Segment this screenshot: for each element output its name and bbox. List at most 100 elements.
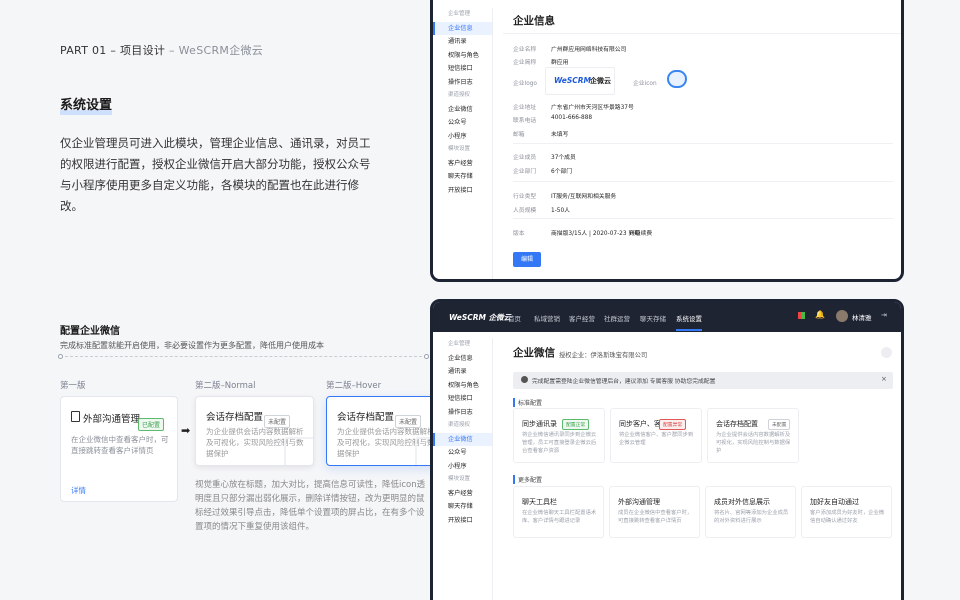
logout-icon[interactable]: ⇥ [881, 311, 887, 319]
sidebar-group-label: 模块设置 [448, 146, 471, 152]
company-short-value: 群应用 [551, 60, 569, 66]
card-title: 外部沟通管理 [83, 414, 141, 425]
sidebar-item[interactable]: 开放接口 [433, 514, 492, 528]
logo: WeSCRM [554, 76, 592, 85]
part-heading: PART 01 – 项目设计 – WeSCRM企微云 [60, 44, 264, 57]
sidebar-item[interactable]: 通讯录 [433, 35, 492, 49]
company-name-value: 广州群应用网络科技有限公司 [551, 47, 627, 53]
sidebar-item[interactable]: 权限与角色 [433, 49, 492, 63]
config-subtitle: 完成标准配置就能开启使用，非必要设置作为更多配置，降低用户使用成本 [60, 341, 324, 350]
apps-icon[interactable] [798, 312, 805, 319]
card-description: 客户添加成员为好友时，企业微信自动确认通过好友 [810, 510, 885, 524]
card-title: 外部沟通管理 [618, 498, 660, 506]
sidebar-item[interactable]: 聊天存储 [433, 500, 492, 514]
bell-icon[interactable]: 🔔 [815, 310, 825, 319]
top-navbar: WeSCRM 企微云 首页 私域营销 客户经营 社群运营 聊天存储 系统设置 🔔 林清雅 … [433, 302, 901, 332]
help-icon[interactable] [881, 347, 892, 358]
logo-preview[interactable]: WeSCRM 企微云 [545, 67, 615, 95]
sidebar-item[interactable]: 短信接口 [433, 62, 492, 76]
nav-item[interactable]: 客户经营 [569, 313, 595, 323]
field-label: 企业简称 [513, 60, 537, 66]
nav-item[interactable]: 系统设置 [676, 313, 702, 331]
status-badge: 未配置 [768, 419, 791, 430]
sidebar-item[interactable]: 小程序 [433, 130, 492, 144]
nav-item[interactable]: 首页 [508, 313, 521, 323]
card-description: 在企业微信中查看客户时，可直接跳转查看客户详情页 [71, 435, 169, 455]
config-card-v1[interactable]: 外部沟通管理 已配置 在企业微信中查看客户时，可直接跳转查看客户详情页 详情 [60, 396, 178, 502]
sidebar-item[interactable]: 权限与角色 [433, 379, 492, 393]
divider-dot [424, 354, 429, 359]
card-title: 成员对外信息展示 [714, 498, 770, 506]
config-card-normal[interactable]: 会话存档配置 未配置 为企业提供会话内容数据解析及可视化，实现风险控制与数据保护 [195, 396, 314, 466]
sidebar-item[interactable]: 短信接口 [433, 392, 492, 406]
field-label: 企业icon [633, 81, 657, 87]
sidebar-item[interactable]: 公众号 [433, 116, 492, 130]
config-card[interactable]: 成员对外信息展示 将名片、官网等添加为企业成员的对外资料进行展示 [705, 486, 796, 538]
config-card-hover[interactable]: 会话存档配置 未配置 为企业提供会话内容数据解析及可视化，实现风险控制与数据保护 [326, 396, 445, 466]
status-badge: 已配置 [138, 418, 165, 431]
config-card[interactable]: 会话存档配置 未配置 为企业提供会话内容数据解析及可视化，实现风险控制与数据保护 [707, 408, 799, 463]
sidebar-group-label: 企业管理 [448, 11, 471, 17]
field-label: 版本 [513, 231, 525, 237]
config-card[interactable]: 外部沟通管理 成员在企业微信中查看客户时，可直接跳转查看客户详情页 [609, 486, 700, 538]
sidebar-item[interactable]: 聊天存储 [433, 170, 492, 184]
sidebar-item[interactable]: 企业信息 [433, 21, 492, 35]
sidebar-item[interactable]: 公众号 [433, 446, 492, 460]
config-card[interactable]: 聊天工具栏在企业微信聊天工具栏配置语术库、客户详情与跟进记录 [513, 486, 604, 538]
config-card[interactable]: 同步客户、客... 配置异常 将企业微信客户、客户群同步到企微云管理 [610, 408, 702, 463]
nav-item[interactable]: 聊天存储 [640, 313, 666, 323]
field-label: 行业类型 [513, 194, 537, 200]
card-title: 同步通讯录 [522, 420, 557, 428]
sidebar-item[interactable]: 企业微信 [433, 432, 492, 446]
field-label: 企业logo [513, 81, 537, 87]
config-card[interactable]: 同步通讯录 配置正常 将企业微信通讯录同步到企微云管理，员工可直接登录企微云后台查看… [513, 408, 605, 463]
field-label: 邮箱 [513, 132, 525, 138]
sidebar-group-label: 渠道授权 [448, 92, 471, 98]
version-label: 第二版–Hover [326, 381, 382, 391]
sidebar-item[interactable]: 通讯录 [433, 365, 492, 379]
sidebar-item[interactable]: 客户经营 [433, 487, 492, 501]
close-icon[interactable]: × [881, 375, 887, 383]
phone-value: 4001-666-888 [551, 115, 593, 121]
field-label: 联系电话 [513, 118, 537, 124]
sidebar-item[interactable]: 操作日志 [433, 406, 492, 420]
field-label: 人员规模 [513, 208, 537, 214]
card-description: 将企业微信客户、客户群同步到企微云管理 [619, 432, 694, 446]
status-badge: 配置正常 [562, 419, 590, 430]
depts-value: 6个部门 [551, 169, 573, 175]
sidebar-item[interactable]: 操作日志 [433, 76, 492, 90]
arrow-right-icon: ➡ [181, 424, 191, 437]
members-value: 37个成员 [551, 155, 576, 161]
edit-button[interactable]: 编辑 [513, 252, 541, 267]
email-value: 未填写 [551, 132, 569, 138]
field-label: 企业部门 [513, 169, 537, 175]
std-section-label: 标准配置 [513, 398, 542, 407]
sidebar-item[interactable]: 开放接口 [433, 184, 492, 198]
user-name[interactable]: 林清雅 [852, 312, 872, 322]
alert-banner: 完成配置需登陆企业微信管理后台，建议添加 专属客服 协助您完成配置 × [513, 372, 893, 389]
logo: WeSCRM 企微云 [449, 313, 512, 322]
nav-item[interactable]: 社群运营 [604, 313, 630, 323]
version-label: 第一版 [60, 381, 86, 391]
card-title: 聊天工具栏 [522, 498, 557, 506]
version-value: 商描版3/15人 | 2020-07-23 到期 [551, 231, 640, 237]
config-card[interactable]: 加好友自动通过 客户添加成员为好友时，企业微信自动确认通过好友 [801, 486, 892, 538]
avatar[interactable] [836, 310, 848, 322]
sidebar-item[interactable]: 企业微信 [433, 103, 492, 117]
upgrade-link[interactable]: 升级续费 [629, 228, 652, 237]
sidebar-item[interactable]: 小程序 [433, 460, 492, 474]
logo: 企微云 [590, 77, 611, 85]
sidebar-group-label: 企业管理 [448, 341, 471, 347]
industry-value: IT服务/互联网和相关服务 [551, 194, 617, 200]
card-description: 在企业微信聊天工具栏配置语术库、客户详情与跟进记录 [522, 510, 597, 524]
card-title: 会话存档配置 [337, 412, 395, 423]
nav-item[interactable]: 私域营销 [534, 313, 560, 323]
field-label: 企业成员 [513, 155, 537, 161]
card-title: 会话存档配置 [716, 420, 758, 428]
sidebar-item[interactable]: 企业信息 [433, 352, 492, 366]
sidebar-item[interactable]: 客户经营 [433, 157, 492, 171]
sidebar: 企业管理企业信息 通讯录 权限与角色 短信接口 操作日志渠道授权企业微信 公众号 小程序模块… [433, 8, 493, 279]
details-link[interactable]: 详情 [71, 485, 86, 496]
company-cloud-icon[interactable] [667, 70, 687, 88]
divider [60, 356, 427, 357]
